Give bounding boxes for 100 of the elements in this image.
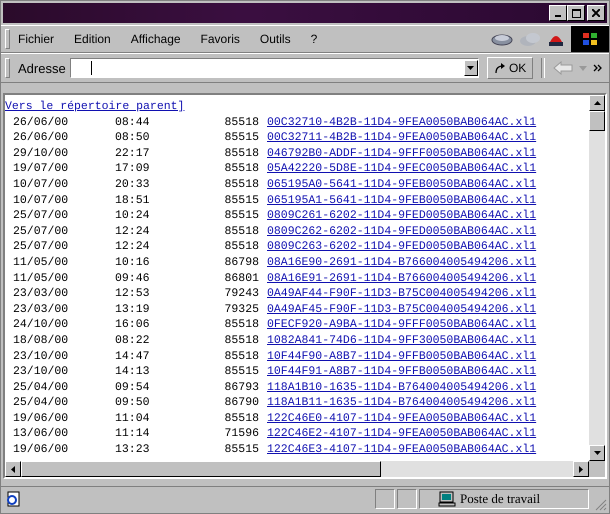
file-size: 85515 xyxy=(223,442,259,458)
file-link[interactable]: 065195A1-5641-11D4-9FEB0050BAB064AC.xl1 xyxy=(267,192,536,208)
file-date: 25/07/00 xyxy=(12,239,70,255)
horizontal-scrollbar[interactable] xyxy=(5,461,605,477)
menu-item[interactable]: Outils xyxy=(260,32,291,46)
vertical-scrollbar[interactable] xyxy=(589,95,605,461)
menu-item[interactable]: Edition xyxy=(74,32,111,46)
chevron-icon[interactable] xyxy=(593,64,604,72)
file-link[interactable]: 00C32711-4B2B-11D4-9FEA0050BAB064AC.xl1 xyxy=(267,130,536,146)
file-date: 25/04/00 xyxy=(12,395,70,411)
file-date: 18/08/00 xyxy=(12,332,70,348)
file-time: 11:14 xyxy=(114,426,151,442)
address-field[interactable] xyxy=(70,58,479,78)
menu-item[interactable]: Affichage xyxy=(130,32,181,46)
file-link[interactable]: 122C46E2-4107-11D4-9FEA0050BAB064AC.xl1 xyxy=(267,426,536,442)
file-size: 85518 xyxy=(223,176,259,193)
file-date: 23/03/00 xyxy=(12,302,70,318)
file-date: 25/07/00 xyxy=(12,208,70,224)
file-link[interactable]: 046792B0-ADDF-11D4-9FFF0050BAB064AC.xl1 xyxy=(267,146,536,162)
menu-item[interactable]: Favoris xyxy=(200,32,240,46)
file-time: 14:13 xyxy=(114,364,151,380)
file-link[interactable]: 118A1B11-1635-11D4-B764004005494206.xl1 xyxy=(267,395,536,411)
file-time: 13:23 xyxy=(114,442,151,458)
file-link[interactable]: 118A1B10-1635-11D4-B764004005494206.xl1 xyxy=(267,380,536,396)
scrollbar-corner xyxy=(589,461,605,477)
file-date: 10/07/00 xyxy=(12,176,70,193)
close-button[interactable] xyxy=(587,5,605,21)
file-size: 86793 xyxy=(223,380,259,396)
file-date: 11/05/00 xyxy=(12,270,70,286)
caret-icon xyxy=(467,66,474,70)
scroll-left-icon[interactable] xyxy=(11,466,15,472)
file-link[interactable]: 05A42220-5D8E-11D4-9FEC0050BAB064AC.xl1 xyxy=(267,161,536,177)
file-date: 26/06/00 xyxy=(12,114,70,130)
file-link[interactable]: 1082A841-74D6-11D4-9FF30050BAB064AC.xl1 xyxy=(267,332,536,348)
file-time: 12:24 xyxy=(114,224,151,240)
file-date: 10/07/00 xyxy=(12,192,70,208)
file-size: 85518 xyxy=(223,114,259,130)
file-link[interactable]: 0809C262-6202-11D4-9FED0050BAB064AC.xl1 xyxy=(267,224,536,240)
file-time: 20:33 xyxy=(114,176,151,193)
scroll-thumb[interactable] xyxy=(21,461,381,477)
file-link[interactable]: 10F44F91-A8B7-11D4-9FFB0050BAB064AC.xl1 xyxy=(267,364,536,380)
file-size: 85518 xyxy=(223,348,259,364)
scroll-down-icon[interactable] xyxy=(594,451,600,455)
file-date: 25/04/00 xyxy=(12,380,70,396)
file-link[interactable]: 08A16E91-2691-11D4-B766004005494206.xl1 xyxy=(267,270,536,286)
file-size: 85518 xyxy=(223,161,259,177)
file-time: 09:46 xyxy=(114,270,151,286)
status-pane xyxy=(397,489,417,509)
file-size: 85515 xyxy=(223,208,259,224)
file-time: 13:19 xyxy=(114,302,151,318)
file-time: 10:16 xyxy=(114,254,151,271)
file-link[interactable]: 122C46E3-4107-11D4-9FEA0050BAB064AC.xl1 xyxy=(267,442,536,458)
page-icon xyxy=(5,491,21,507)
file-link[interactable]: 0809C261-6202-11D4-9FED0050BAB064AC.xl1 xyxy=(267,208,536,224)
file-size: 86801 xyxy=(223,270,259,286)
file-size: 85515 xyxy=(223,364,259,380)
file-time: 08:22 xyxy=(114,332,151,348)
file-link[interactable]: 0809C263-6202-11D4-9FED0050BAB064AC.xl1 xyxy=(267,239,536,255)
file-size: 85518 xyxy=(223,410,259,426)
file-date: 25/07/00 xyxy=(12,224,70,240)
maximize-button[interactable] xyxy=(567,5,585,21)
file-time: 12:24 xyxy=(114,239,151,255)
file-size: 79243 xyxy=(223,286,259,302)
file-size: 85518 xyxy=(223,332,259,348)
file-link[interactable]: 0A49AF45-F90F-11D3-B75C004005494206.xl1 xyxy=(267,302,536,318)
file-size: 71596 xyxy=(223,426,259,442)
dropdown-button[interactable] xyxy=(464,60,478,76)
file-time: 09:54 xyxy=(114,380,151,396)
parent-directory-link[interactable]: Vers le répertoire parent] xyxy=(5,99,589,115)
address-label: Adresse xyxy=(18,60,66,76)
file-date: 29/10/00 xyxy=(12,146,70,162)
file-link[interactable]: 0A49AF44-F90F-11D3-B75C004005494206.xl1 xyxy=(267,286,536,302)
scroll-thumb[interactable] xyxy=(589,111,605,131)
file-date: 23/03/00 xyxy=(12,286,70,302)
file-size: 85515 xyxy=(223,192,259,208)
go-button[interactable]: OK xyxy=(486,57,534,79)
minimize-button[interactable] xyxy=(549,5,567,21)
file-link[interactable]: 122C46E0-4107-11D4-9FEA0050BAB064AC.xl1 xyxy=(267,410,536,426)
file-time: 12:53 xyxy=(114,286,151,302)
file-size: 79325 xyxy=(223,302,259,318)
maximize-icon xyxy=(572,8,580,18)
file-time: 08:44 xyxy=(114,114,151,130)
file-date: 11/05/00 xyxy=(12,254,70,271)
file-date: 26/06/00 xyxy=(12,130,70,146)
menu-item[interactable]: Fichier xyxy=(18,32,54,46)
scroll-up-icon[interactable] xyxy=(594,101,600,105)
file-link[interactable]: 10F44F90-A8B7-11D4-9FFB0050BAB064AC.xl1 xyxy=(267,348,536,364)
computer-icon xyxy=(438,491,456,507)
file-link[interactable]: 065195A0-5641-11D4-9FEB0050BAB064AC.xl1 xyxy=(267,176,536,193)
file-link[interactable]: 08A16E90-2691-11D4-B766004005494206.xl1 xyxy=(267,254,536,271)
file-size: 85518 xyxy=(223,146,259,162)
file-size: 85518 xyxy=(223,317,259,333)
scroll-right-icon[interactable] xyxy=(579,466,583,472)
file-link[interactable]: 0FECF920-A9BA-11D4-9FFF0050BAB064AC.xl1 xyxy=(267,317,536,333)
file-time: 17:09 xyxy=(114,161,151,177)
file-time: 08:50 xyxy=(114,130,151,146)
resize-grip-icon[interactable] xyxy=(595,499,607,511)
file-time: 14:47 xyxy=(114,348,151,364)
file-link[interactable]: 00C32710-4B2B-11D4-9FEA0050BAB064AC.xl1 xyxy=(267,114,536,130)
menu-item[interactable]: ? xyxy=(310,32,318,46)
